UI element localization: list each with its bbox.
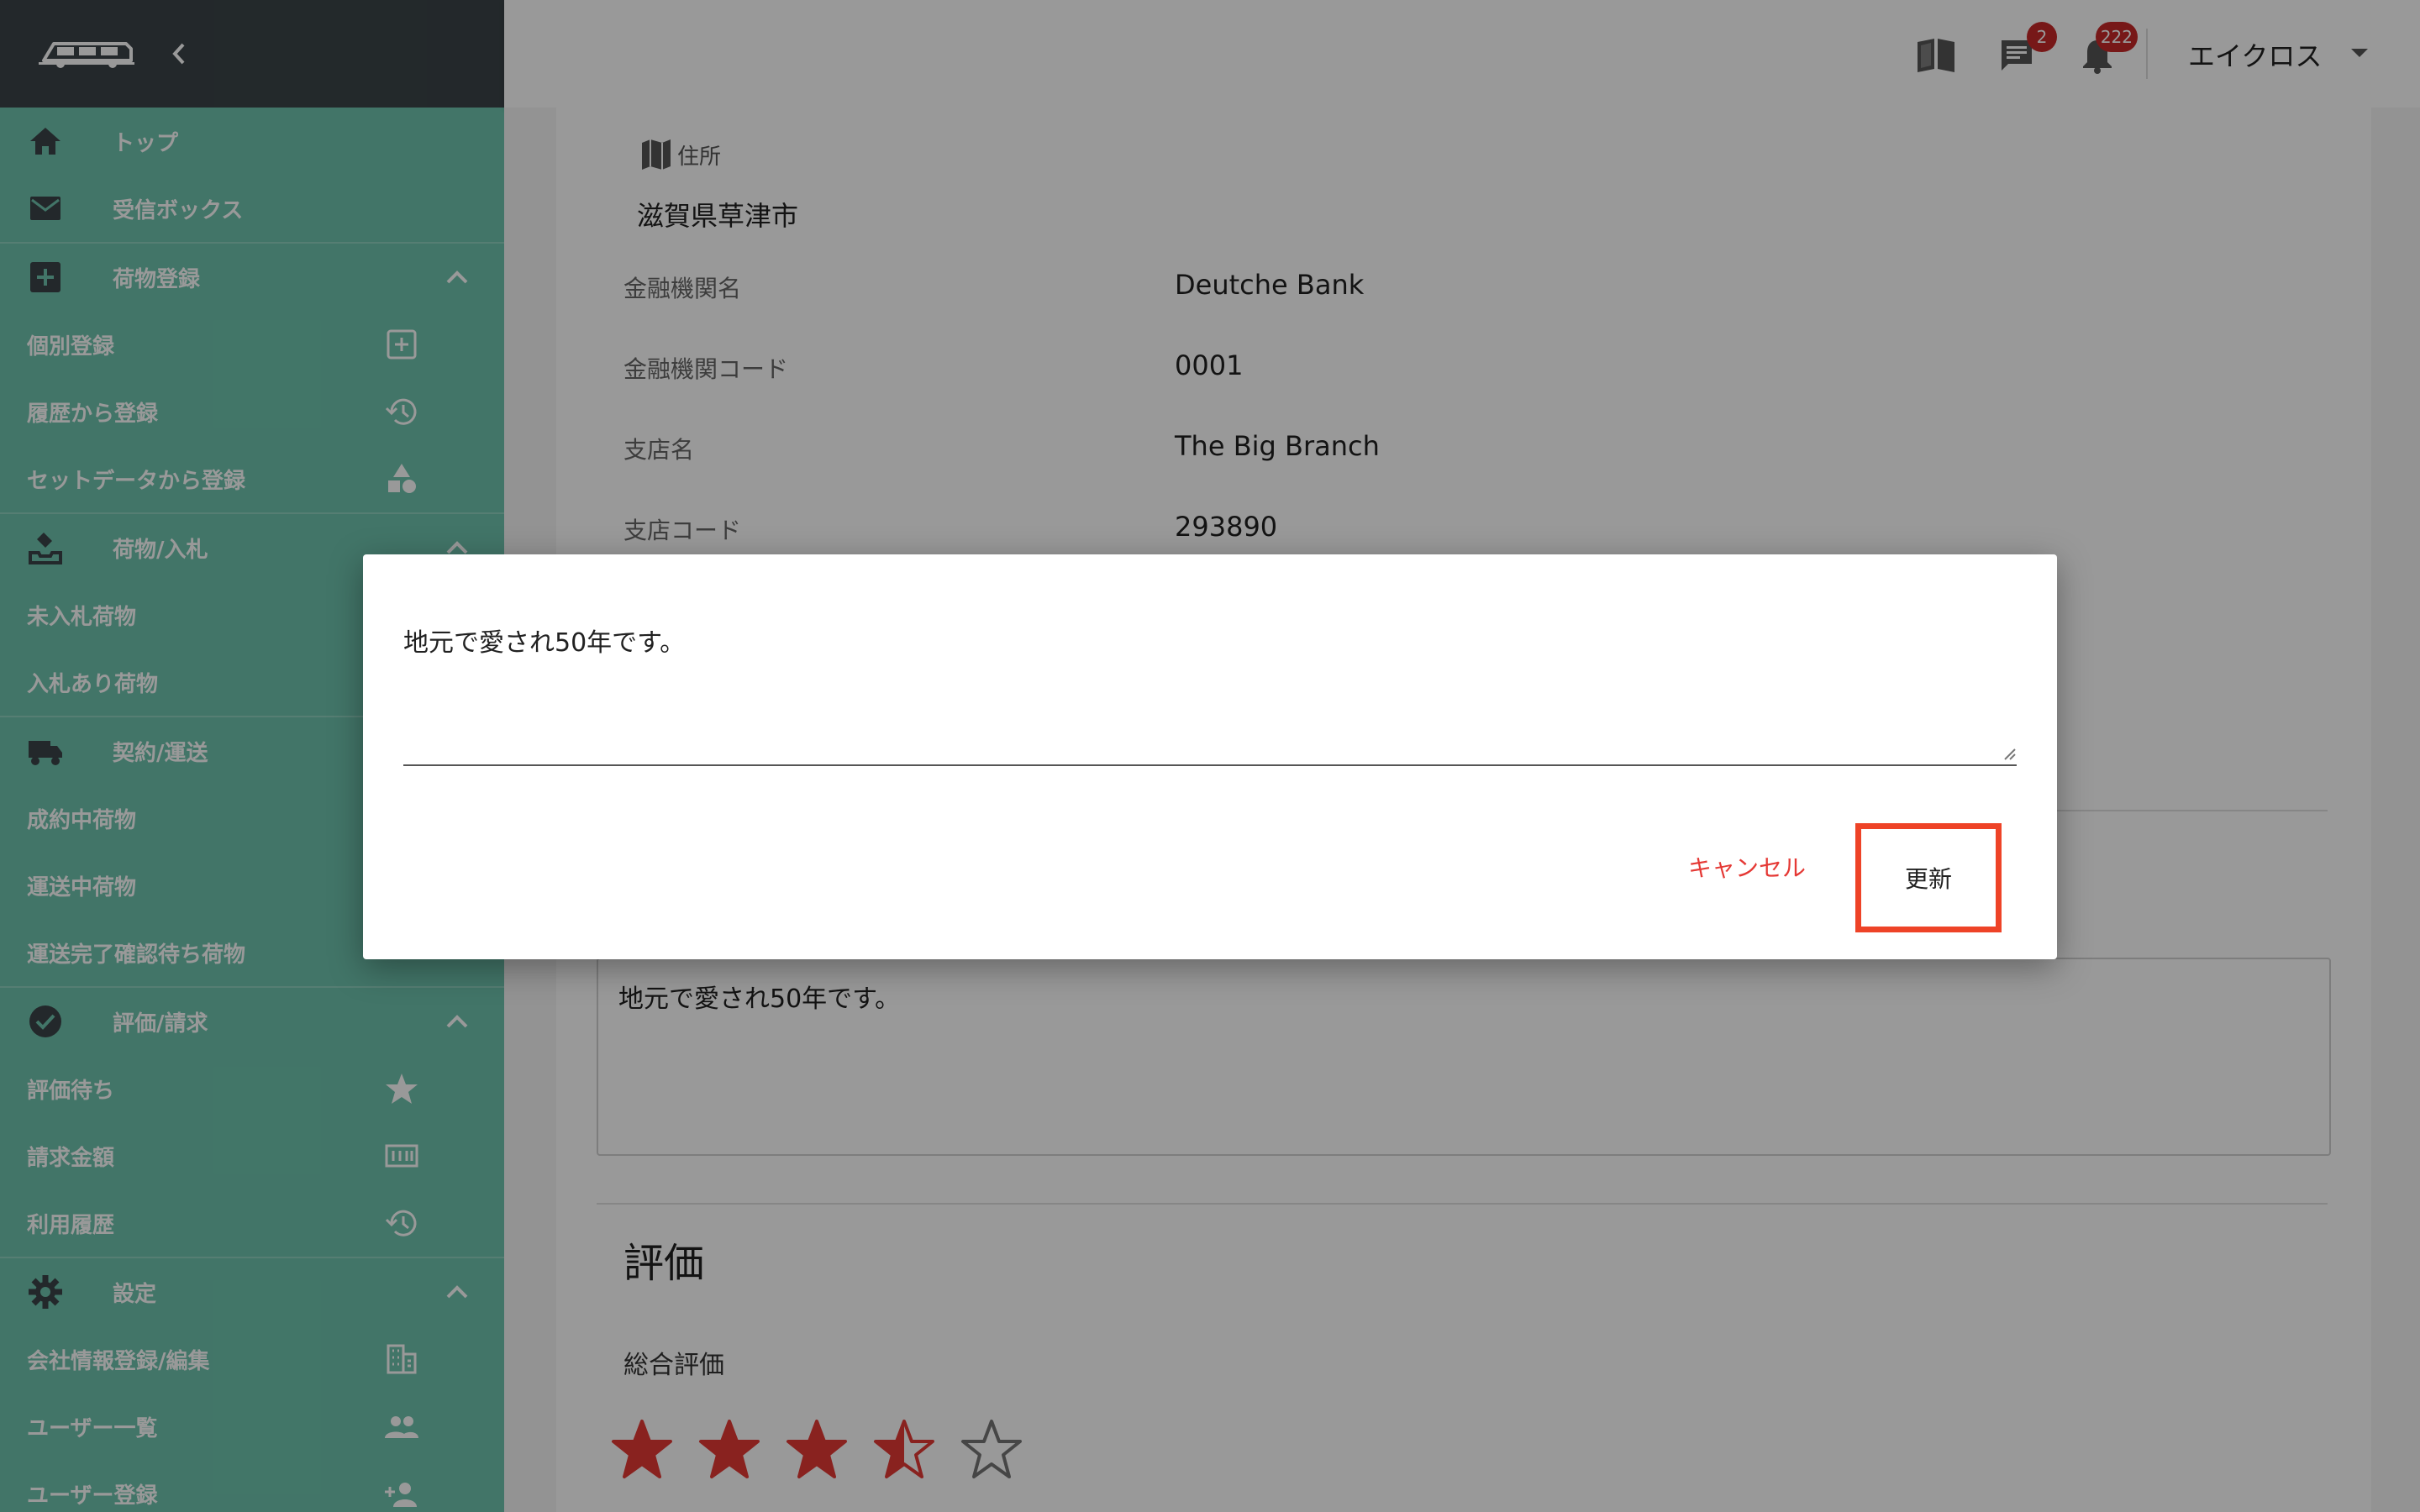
cancel-button[interactable]: キャンセル xyxy=(1684,845,1810,889)
edit-pr-dialog: 地元で愛され50年です。 キャンセル 更新 xyxy=(363,554,2057,959)
pr-edit-textarea[interactable]: 地元で愛され50年です。 xyxy=(403,622,2017,766)
update-button[interactable]: 更新 xyxy=(1855,823,2002,932)
pr-edit-text: 地元で愛され50年です。 xyxy=(403,628,686,658)
resize-handle-icon[interactable] xyxy=(2002,746,2017,761)
